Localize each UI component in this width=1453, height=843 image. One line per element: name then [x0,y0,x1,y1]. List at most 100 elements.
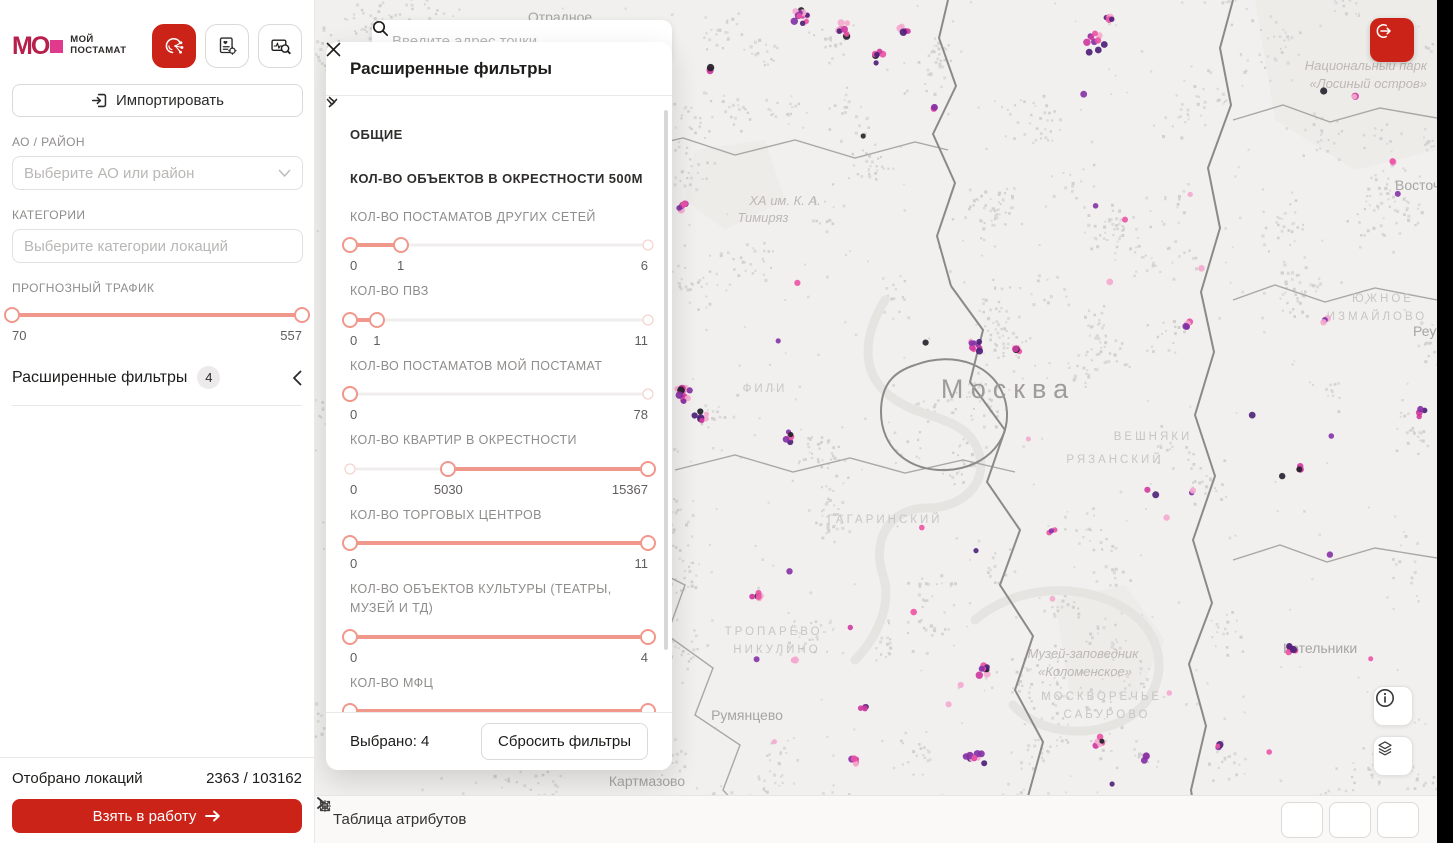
map-area[interactable]: ОтрадноеНациональный парк«Лосиный остров… [315,0,1437,843]
map-marker[interactable] [692,412,698,418]
range-slider[interactable] [12,307,302,323]
map-marker[interactable] [1188,192,1193,197]
map-marker[interactable] [1101,41,1108,48]
map-marker[interactable] [676,205,682,211]
map-marker[interactable] [976,347,983,354]
map-marker[interactable] [1352,94,1358,100]
advanced-filters-toggle[interactable]: Расширенные фильтры 4 [12,360,302,406]
map-marker[interactable] [1215,744,1220,749]
map-marker[interactable] [1249,412,1256,419]
report-settings-button[interactable] [205,24,249,68]
slider-handle[interactable] [393,237,409,253]
range-slider[interactable] [350,386,648,402]
district-select[interactable]: Выберите АО или район [12,156,303,190]
range-slider[interactable] [350,535,648,551]
range-slider[interactable] [350,237,648,253]
categories-input[interactable] [24,238,291,255]
map-marker[interactable] [874,60,879,65]
map-marker[interactable] [1266,749,1272,755]
take-to-work-button[interactable]: Взять в работу [12,799,302,833]
map-marker[interactable] [848,625,853,630]
map-settings-button[interactable] [1281,802,1323,838]
slider-handle[interactable] [640,461,656,477]
map-marker[interactable] [1290,646,1297,653]
map-marker[interactable] [861,133,866,138]
map-marker[interactable] [1026,437,1031,442]
categories-field[interactable] [12,229,303,263]
map-marker[interactable] [858,705,864,711]
map-marker[interactable] [796,13,802,19]
map-marker[interactable] [1083,39,1090,46]
slider-handle[interactable] [342,703,358,712]
map-marker[interactable] [1279,473,1285,479]
panel-scrollbar[interactable] [664,110,668,650]
logout-button[interactable] [1370,18,1414,62]
map-marker[interactable] [973,548,978,553]
map-marker[interactable] [681,398,687,404]
map-marker[interactable] [1320,87,1327,94]
map-marker[interactable] [697,408,703,414]
map-marker[interactable] [682,200,688,206]
map-marker[interactable] [783,436,790,443]
slider-handle[interactable] [342,312,358,328]
slider-handle[interactable] [640,703,656,712]
map-marker[interactable] [1190,487,1196,493]
map-marker[interactable] [1012,346,1019,353]
map-marker[interactable] [749,594,755,600]
fullscreen-button[interactable] [1377,802,1419,838]
info-button[interactable] [1373,686,1413,726]
map-marker[interactable] [794,280,800,286]
map-marker[interactable] [1092,31,1098,37]
map-marker[interactable] [910,609,917,616]
map-marker[interactable] [969,340,975,346]
map-marker[interactable] [788,432,793,437]
map-marker[interactable] [1049,528,1054,533]
map-marker[interactable] [1095,37,1101,43]
map-marker[interactable] [1122,217,1128,223]
map-marker[interactable] [1143,752,1150,759]
slider-handle[interactable] [342,629,358,645]
map-marker[interactable] [979,666,985,672]
slider-handle[interactable] [4,307,20,323]
attributes-table-toggle[interactable]: Таблица атрибутов [333,811,466,828]
slider-handle[interactable] [369,312,385,328]
map-marker[interactable] [1110,781,1115,786]
map-marker[interactable] [772,739,777,744]
map-marker[interactable] [972,755,977,760]
range-slider[interactable] [350,703,648,712]
map-marker[interactable] [1296,466,1302,472]
map-marker[interactable] [978,750,985,757]
monitor-search-button[interactable] [258,24,302,68]
map-marker[interactable] [1099,739,1104,744]
map-marker[interactable] [1320,319,1326,325]
reset-filters-button[interactable]: Сбросить фильтры [481,723,648,760]
map-marker[interactable] [1198,265,1205,272]
map-marker[interactable] [851,755,858,762]
map-marker[interactable] [1080,91,1087,98]
map-marker[interactable] [1106,279,1113,286]
range-slider[interactable] [350,629,648,645]
range-slider[interactable] [350,312,648,328]
map-marker[interactable] [923,340,929,346]
map-marker[interactable] [976,339,982,345]
slider-handle[interactable] [294,307,310,323]
map-marker[interactable] [874,52,880,58]
map-marker[interactable] [1109,17,1114,22]
map-marker[interactable] [1368,656,1373,661]
map-marker[interactable] [958,682,964,688]
map-marker[interactable] [841,26,848,33]
map-marker[interactable] [981,760,987,766]
map-marker[interactable] [699,418,704,423]
map-marker[interactable] [1389,158,1395,164]
map-marker[interactable] [844,20,850,26]
slider-handle[interactable] [342,237,358,253]
map-marker[interactable] [1417,406,1423,412]
map-marker[interactable] [676,391,684,399]
range-slider[interactable] [350,461,648,477]
map-marker[interactable] [1395,191,1401,197]
slider-handle[interactable] [440,461,456,477]
map-marker[interactable] [707,64,714,71]
map-marker[interactable] [1144,487,1150,493]
map-marker[interactable] [1050,596,1056,602]
map-marker[interactable] [1163,514,1169,520]
